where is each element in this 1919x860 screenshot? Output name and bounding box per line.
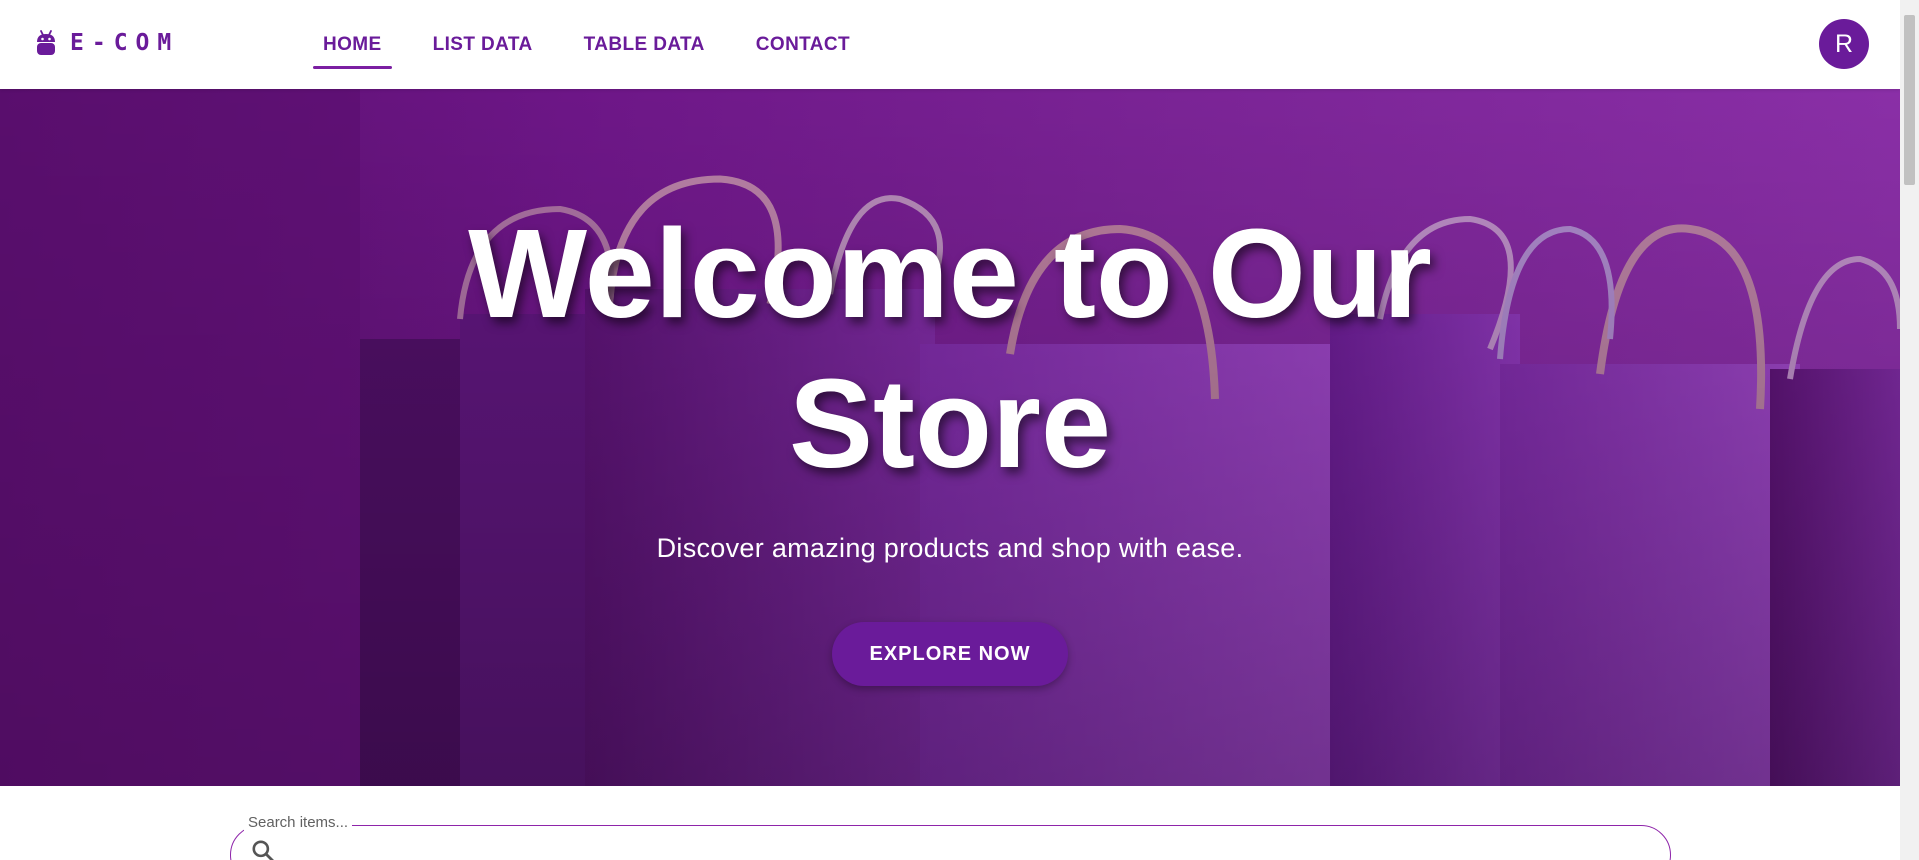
vertical-scrollbar[interactable] xyxy=(1900,0,1919,860)
user-avatar[interactable]: R xyxy=(1819,19,1869,69)
brand-name: E-COM xyxy=(70,30,180,56)
scrollbar-thumb[interactable] xyxy=(1904,15,1915,185)
hero-banner: Welcome to Our Store Discover amazing pr… xyxy=(0,89,1900,786)
nav-item-contact[interactable]: CONTACT xyxy=(746,0,860,89)
hero-title: Welcome to Our Store xyxy=(468,203,1432,494)
search-icon xyxy=(252,840,274,860)
main-nav: HOME LIST DATA TABLE DATA CONTACT xyxy=(313,0,891,89)
search-input[interactable] xyxy=(230,825,1671,860)
nav-item-label: TABLE DATA xyxy=(583,33,705,55)
nav-item-label: LIST DATA xyxy=(432,33,533,55)
avatar-initial: R xyxy=(1834,29,1854,58)
nav-item-table-data[interactable]: TABLE DATA xyxy=(574,0,715,89)
explore-now-button[interactable]: EXPLORE NOW xyxy=(832,622,1068,686)
nav-item-list-data[interactable]: LIST DATA xyxy=(423,0,543,89)
hero-subtitle: Discover amazing products and shop with … xyxy=(656,533,1244,563)
page: E-COM HOME LIST DATA TABLE DATA CONTACT … xyxy=(0,0,1900,860)
explore-now-label: EXPLORE NOW xyxy=(869,642,1031,665)
android-icon xyxy=(37,30,55,55)
nav-item-label: CONTACT xyxy=(755,33,851,55)
nav-item-label: HOME xyxy=(323,33,382,55)
brand[interactable]: E-COM xyxy=(34,28,179,58)
top-navbar: E-COM HOME LIST DATA TABLE DATA CONTACT … xyxy=(0,0,1900,89)
nav-item-home[interactable]: HOME xyxy=(313,0,392,89)
search-label: Search items... xyxy=(244,814,353,831)
